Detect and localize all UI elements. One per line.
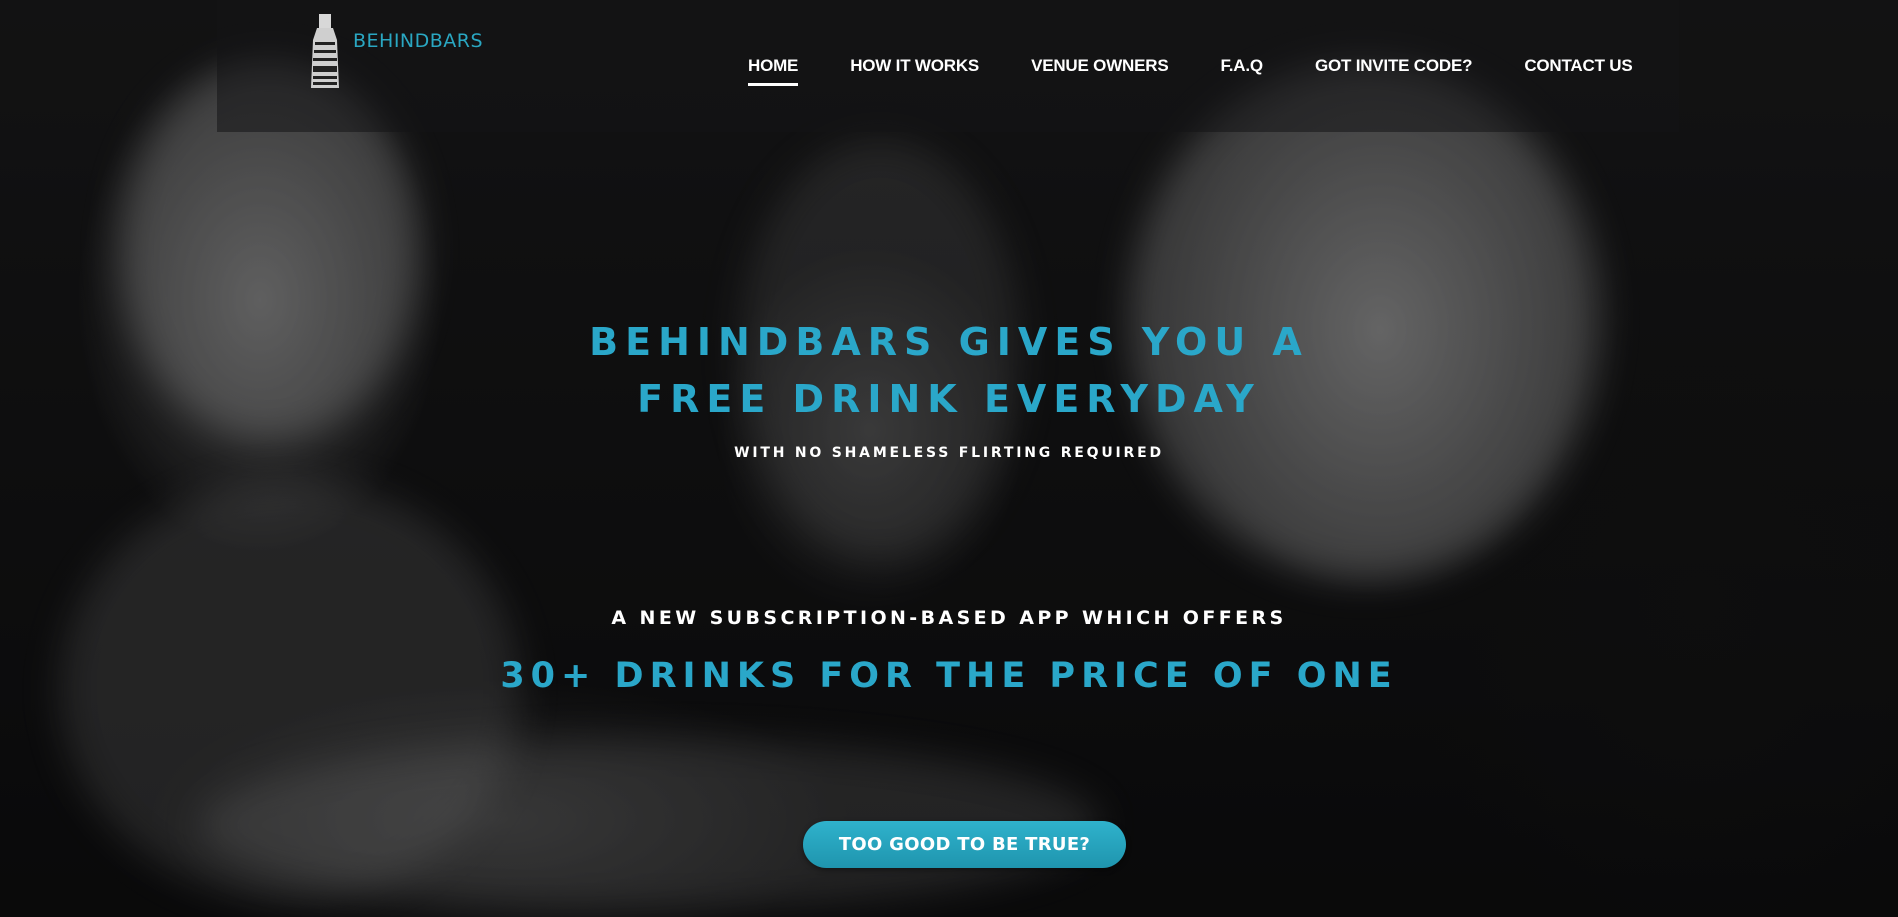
hero-headline-line1: BEHINDBARS GIVES YOU A xyxy=(589,320,1309,364)
hero-subhead: A NEW SUBSCRIPTION-BASED APP WHICH OFFER… xyxy=(611,607,1287,629)
brand-name: BEHINDBARS xyxy=(353,30,484,52)
hero-tagline: WITH NO SHAMELESS FLIRTING REQUIRED xyxy=(734,445,1164,461)
nav-item-how-it-works[interactable]: HOW IT WORKS xyxy=(850,56,979,86)
bottle-logo-icon xyxy=(311,14,339,88)
nav-item-home[interactable]: HOME xyxy=(748,56,799,86)
hero-headline-line2: FREE DRINK EVERYDAY xyxy=(637,377,1261,421)
too-good-to-be-true-button[interactable]: TOO GOOD TO BE TRUE? xyxy=(803,821,1126,868)
site-logo[interactable]: BEHINDBARS xyxy=(303,12,483,90)
main-nav: HOME HOW IT WORKS VENUE OWNERS F.A.Q GOT… xyxy=(748,56,1633,86)
nav-item-venue-owners[interactable]: VENUE OWNERS xyxy=(1031,56,1169,86)
hero-offer: 30+ DRINKS FOR THE PRICE OF ONE xyxy=(500,656,1398,696)
nav-item-faq[interactable]: F.A.Q xyxy=(1220,56,1263,86)
nav-item-contact-us[interactable]: CONTACT US xyxy=(1524,56,1632,86)
nav-item-invite-code[interactable]: GOT INVITE CODE? xyxy=(1315,56,1473,86)
hero-section: BEHINDBARS HOME HOW IT WORKS VENUE OWNER… xyxy=(0,0,1898,917)
